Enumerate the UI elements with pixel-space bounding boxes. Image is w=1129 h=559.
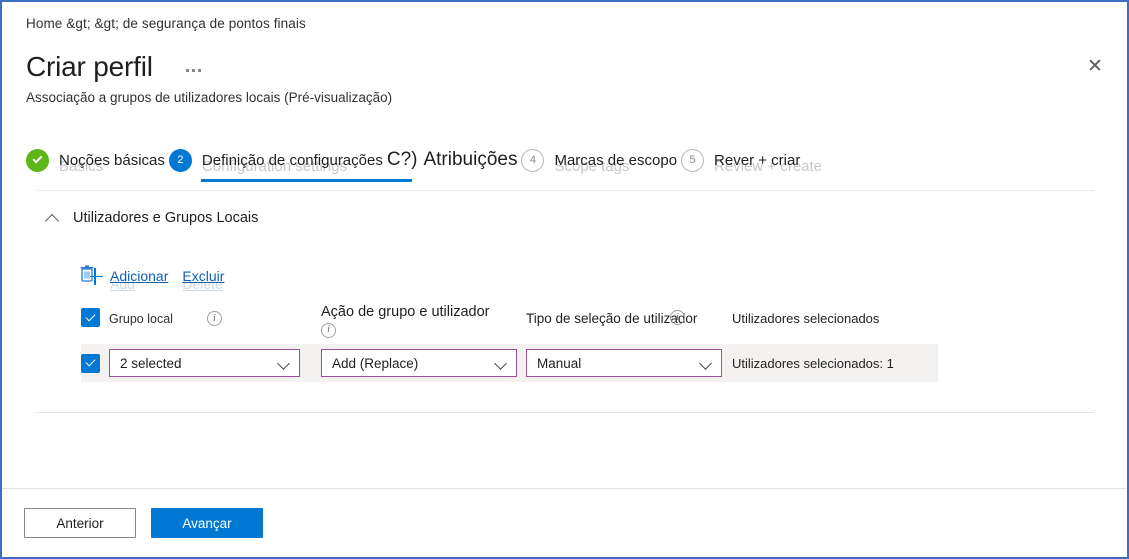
delete-button-label: Excluir <box>182 268 225 284</box>
table-header-selected-users: Utilizadores selecionados <box>732 302 938 326</box>
row-user-selection-type-cell: Manual <box>526 349 732 377</box>
page-subtitle: Associação a grupos de utilizadores loca… <box>26 90 393 105</box>
wizard-step-assignments-label: Atribuições <box>423 149 518 170</box>
info-icon-local-group[interactable]: i <box>206 311 222 326</box>
add-button-labels: Add Adicionar <box>110 265 169 292</box>
info-icon-group-user-action[interactable]: i <box>321 322 336 338</box>
user-selection-type-dropdown-value: Manual <box>537 355 582 371</box>
close-icon[interactable]: ✕ <box>1077 48 1113 84</box>
row-group-user-action-cell: Add (Replace) <box>321 349 526 377</box>
ellipsis-dot-3 <box>198 68 202 72</box>
local-groups-table: Grupo local i Ação de grupo e utilizador… <box>81 302 938 382</box>
select-all-checkbox[interactable] <box>81 308 100 327</box>
group-user-action-dropdown[interactable]: Add (Replace) <box>321 349 517 377</box>
row-local-group-cell: 2 selected <box>109 349 321 377</box>
title-row: Criar perfil <box>26 50 209 84</box>
check-circle-icon <box>26 148 49 172</box>
command-bar: Add Adicionar Delete Excluir <box>86 264 225 292</box>
more-options-icon[interactable] <box>179 60 209 80</box>
wizard-footer: Anterior Avançar <box>2 489 1127 557</box>
table-header-row: Grupo local i Ação de grupo e utilizador… <box>81 302 938 344</box>
info-icon-user-selection-type[interactable]: i <box>670 310 685 325</box>
page-title: Criar perfil <box>26 51 153 82</box>
step-number-5-badge: 5 <box>681 148 705 172</box>
table-header-local-group-label: Grupo local <box>109 311 173 326</box>
ellipsis-dot-1 <box>186 68 190 72</box>
chevron-down-icon <box>277 357 290 370</box>
chevron-up-icon <box>46 212 59 225</box>
wizard-step-assignments[interactable]: C?) Atribuições <box>387 138 518 182</box>
next-button[interactable]: Avançar <box>151 508 263 538</box>
step-number-2-badge: 2 <box>168 148 192 172</box>
wizard-step-review-create[interactable]: 5 Review + create Rever + criar <box>681 138 822 182</box>
wizard-step-basics-labels: Basics Noções básicas <box>59 143 165 177</box>
wizard-step-configuration-settings[interactable]: 2 Configuration settings Definição de co… <box>168 138 412 182</box>
local-group-dropdown[interactable]: 2 selected <box>109 349 300 377</box>
table-header-user-selection-type-label: Tipo de seleção de utilizador i <box>526 310 698 326</box>
step-number-4-badge: 4 <box>521 148 545 172</box>
row-checkbox[interactable] <box>81 353 100 373</box>
add-button-label: Adicionar <box>110 268 169 284</box>
wizard-step-basics[interactable]: Basics Noções básicas <box>26 138 165 182</box>
table-header-group-user-action-label: Ação de grupo e utilizador <box>321 304 490 320</box>
table-bottom-divider <box>35 412 1094 413</box>
delete-button-labels: Delete Excluir <box>182 265 225 292</box>
wizard-step-scope-tags-labels: Scope tags Marcas de escopo <box>554 143 677 177</box>
wizard-step-review-create-labels: Review + create Rever + criar <box>714 143 822 177</box>
wizard-step-review-create-label: Rever + criar <box>714 151 801 169</box>
create-profile-blade: Home &gt; &gt; de segurança de pontos fi… <box>0 0 1129 559</box>
row-select-cell <box>81 353 109 373</box>
previous-button[interactable]: Anterior <box>24 508 136 538</box>
wizard-step-basics-label: Noções básicas <box>59 151 165 169</box>
content-divider <box>35 190 1094 191</box>
table-row: 2 selected Add (Replace) Manual Utilizad… <box>81 344 938 382</box>
chevron-down-icon <box>699 357 712 370</box>
user-selection-type-dropdown[interactable]: Manual <box>526 349 722 377</box>
wizard-step-configuration-settings-labels: Configuration settings Definição de conf… <box>202 143 383 177</box>
section-local-users-and-groups[interactable]: Utilizadores e Grupos Locais <box>46 210 258 226</box>
delete-button[interactable]: Delete Excluir <box>182 264 225 292</box>
wizard-step-configuration-settings-label: Definição de configurações <box>201 151 383 169</box>
wizard-step-scope-tags-label: Marcas de escopo <box>554 151 678 169</box>
trash-icon[interactable] <box>80 265 94 282</box>
add-button[interactable]: Add Adicionar <box>86 264 169 292</box>
local-group-dropdown-value: 2 selected <box>120 355 182 371</box>
group-user-action-dropdown-value: Add (Replace) <box>332 355 419 371</box>
table-header-user-selection-type: Tipo de seleção de utilizador i <box>526 302 732 326</box>
row-selected-users-value: Utilizadores selecionados: 1 <box>732 355 894 371</box>
wizard-steps: Basics Noções básicas 2 Configuration se… <box>26 138 1106 186</box>
table-header-selected-users-label: Utilizadores selecionados <box>732 311 880 326</box>
chevron-down-icon <box>494 357 507 370</box>
wizard-step-assignments-prefix: C?) <box>386 149 418 170</box>
table-header-local-group: Grupo local i <box>109 302 321 326</box>
section-title: Utilizadores e Grupos Locais <box>73 210 259 226</box>
table-header-select-all-cell <box>81 302 109 327</box>
wizard-step-scope-tags[interactable]: 4 Scope tags Marcas de escopo <box>521 138 677 182</box>
breadcrumb[interactable]: Home &gt; &gt; de segurança de pontos fi… <box>26 16 306 31</box>
table-header-group-user-action: Ação de grupo e utilizador i <box>321 302 526 338</box>
ellipsis-dot-2 <box>192 68 196 72</box>
active-step-underline <box>200 179 412 182</box>
